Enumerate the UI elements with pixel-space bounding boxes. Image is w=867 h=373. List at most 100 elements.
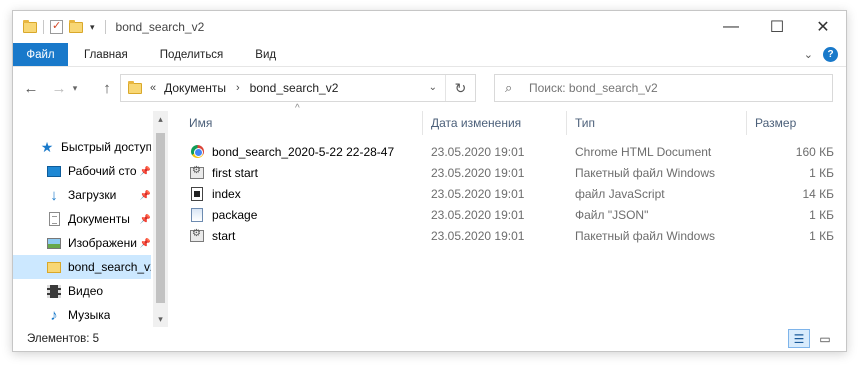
file-row[interactable]: first start 23.05.2020 19:01 Пакетный фа…	[181, 162, 836, 183]
file-name: first start	[212, 165, 259, 180]
caption-buttons: — ☐ ✕	[708, 11, 846, 43]
breadcrumb-current-folder[interactable]: bond_search_v2	[250, 81, 339, 95]
recent-locations-dropdown-icon[interactable]: ▾	[69, 78, 81, 98]
toolbar-separator	[43, 20, 44, 34]
file-size: 1 КБ	[809, 165, 834, 180]
breadcrumb-chevron-icon[interactable]: ›	[236, 82, 240, 94]
title-separator	[104, 20, 106, 34]
file-name-cell: start	[189, 225, 423, 246]
file-name-cell: index	[189, 183, 423, 204]
window-title: bond_search_v2	[115, 20, 205, 34]
file-size: 14 КБ	[802, 186, 834, 201]
folder-icon	[46, 259, 62, 275]
details-view-icon[interactable]: ☰	[788, 329, 810, 348]
maximize-button[interactable]: ☐	[754, 11, 800, 43]
file-name: start	[212, 228, 236, 243]
nav-item-pictures[interactable]: Изображени 📌	[13, 231, 151, 255]
expand-ribbon-icon[interactable]: ⌄	[804, 48, 813, 61]
file-name: index	[212, 186, 241, 201]
chrome-html-icon	[189, 144, 205, 160]
explorer-window: ▾ bond_search_v2 — ☐ ✕ Файл Главная Поде…	[12, 10, 847, 352]
pin-icon[interactable]: 📌	[140, 238, 151, 249]
star-icon: ★	[40, 138, 54, 155]
file-size: 160 КБ	[795, 144, 834, 159]
folder-icon	[128, 80, 142, 94]
nav-item-desktop[interactable]: Рабочий сто 📌	[13, 159, 151, 183]
forward-arrow-icon[interactable]: →	[49, 78, 69, 98]
scroll-down-icon[interactable]: ▾	[153, 311, 168, 327]
back-arrow-icon[interactable]: ←	[21, 78, 41, 98]
pin-icon[interactable]: 📌	[140, 214, 151, 225]
minimize-button[interactable]: —	[708, 11, 754, 43]
scroll-up-icon[interactable]: ▴	[153, 111, 168, 127]
address-dropdown-icon[interactable]: ⌄	[429, 82, 437, 93]
pin-icon[interactable]: 📌	[140, 190, 151, 201]
close-button[interactable]: ✕	[800, 11, 846, 43]
column-header-type[interactable]: Тип	[567, 111, 747, 135]
file-name: bond_search_2020-5-22 22-28-47	[212, 144, 395, 159]
navigation-pane: ★ Быстрый доступ Рабочий сто 📌 ↓ Загрузк…	[13, 111, 168, 327]
file-name-cell: package	[189, 204, 423, 225]
nav-item-music[interactable]: ♪ Музыка	[13, 303, 151, 327]
properties-icon[interactable]	[50, 19, 63, 34]
javascript-file-icon	[189, 186, 205, 202]
file-type: Файл "JSON"	[575, 207, 649, 222]
file-row[interactable]: index 23.05.2020 19:01 файл JavaScript 1…	[181, 183, 836, 204]
file-row[interactable]: bond_search_2020-5-22 22-28-47 23.05.202…	[181, 141, 836, 162]
nav-item-label: Видео	[68, 284, 104, 298]
nav-item-video[interactable]: Видео	[13, 279, 151, 303]
nav-item-downloads[interactable]: ↓ Загрузки 📌	[13, 183, 151, 207]
new-folder-icon[interactable]	[69, 19, 83, 33]
nav-item-documents[interactable]: Документы 📌	[13, 207, 151, 231]
file-date: 23.05.2020 19:01	[431, 207, 525, 222]
column-header-name[interactable]: Имя	[181, 111, 423, 135]
column-header-size[interactable]: Размер	[747, 111, 827, 135]
large-icons-view-icon[interactable]: ▭	[814, 329, 836, 348]
quick-access-toolbar: ▾	[23, 19, 95, 34]
nav-item-bond-search-v2[interactable]: bond_search_v2	[13, 255, 151, 279]
batch-file-icon	[189, 165, 205, 181]
file-date: 23.05.2020 19:01	[431, 165, 525, 180]
file-list: ^ Имя Дата изменения Тип Размер bond_sea…	[181, 103, 836, 327]
tab-view[interactable]: Вид	[243, 43, 288, 66]
nav-pane-scrollbar[interactable]: ▴ ▾	[153, 111, 168, 327]
file-type: Пакетный файл Windows	[575, 165, 716, 180]
nav-item-label: Документы	[68, 212, 130, 226]
refresh-icon[interactable]: ↻	[445, 75, 475, 101]
folder-icon	[23, 19, 37, 33]
tab-home[interactable]: Главная	[72, 43, 140, 66]
file-date: 23.05.2020 19:01	[431, 144, 525, 159]
nav-item-quick-access[interactable]: ★ Быстрый доступ	[13, 135, 151, 159]
search-icon: ⌕	[505, 80, 513, 95]
tab-share[interactable]: Поделиться	[148, 43, 236, 66]
ribbon-controls: ⌄ ?	[804, 47, 838, 62]
breadcrumb-documents[interactable]: Документы	[164, 81, 226, 95]
scrollbar-thumb[interactable]	[156, 133, 165, 303]
help-icon[interactable]: ?	[823, 47, 838, 62]
column-header-date[interactable]: Дата изменения	[423, 111, 567, 135]
file-type: Пакетный файл Windows	[575, 228, 716, 243]
search-box[interactable]: ⌕	[494, 74, 833, 102]
file-name-cell: bond_search_2020-5-22 22-28-47	[189, 141, 423, 162]
ribbon-tabs: Файл Главная Поделиться Вид ⌄ ?	[13, 43, 846, 67]
nav-item-label: Быстрый доступ	[61, 140, 151, 154]
file-name: package	[212, 207, 258, 222]
nav-item-label: Рабочий сто	[68, 164, 137, 178]
json-file-icon	[189, 207, 205, 223]
music-icon: ♪	[50, 306, 58, 324]
download-icon: ↓	[50, 186, 58, 204]
navigation-bar: ← → ▾ ↑ « Документы › bond_search_v2 ⌄ ↻…	[13, 69, 846, 107]
customize-toolbar-dropdown-icon[interactable]: ▾	[90, 22, 95, 33]
file-row[interactable]: start 23.05.2020 19:01 Пакетный файл Win…	[181, 225, 836, 246]
tab-file[interactable]: Файл	[13, 43, 68, 66]
file-size: 1 КБ	[809, 207, 834, 222]
address-bar[interactable]: « Документы › bond_search_v2 ⌄ ↻	[120, 74, 476, 102]
file-row[interactable]: package 23.05.2020 19:01 Файл "JSON" 1 К…	[181, 204, 836, 225]
address-overflow[interactable]: «	[150, 82, 156, 94]
nav-item-label: Изображени	[68, 236, 137, 250]
search-input[interactable]	[529, 81, 819, 95]
file-date: 23.05.2020 19:01	[431, 228, 525, 243]
nav-item-label: Загрузки	[68, 188, 117, 202]
up-arrow-icon[interactable]: ↑	[97, 78, 117, 98]
pin-icon[interactable]: 📌	[140, 166, 151, 177]
